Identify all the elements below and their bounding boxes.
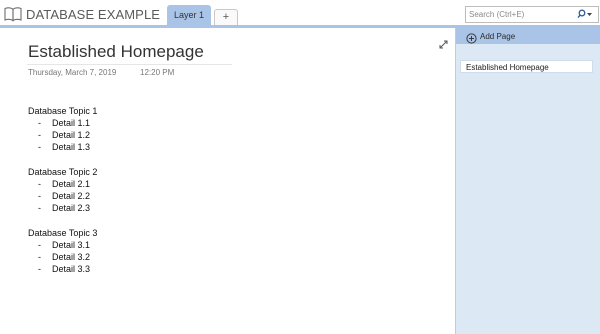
bullet-dash: - xyxy=(38,264,41,274)
topic-heading[interactable]: Database Topic 2 xyxy=(28,167,97,177)
page-canvas[interactable]: Established Homepage Thursday, March 7, … xyxy=(0,28,455,334)
expand-icon[interactable] xyxy=(439,36,448,49)
notebook-selector[interactable]: DATABASE EXAMPLE xyxy=(4,5,176,23)
page-list-item[interactable]: Established Homepage xyxy=(460,60,593,73)
list-item[interactable]: - Detail 2.1 xyxy=(38,179,90,189)
detail-text: Detail 3.1 xyxy=(52,240,91,250)
bullet-dash: - xyxy=(38,240,41,250)
bullet-dash: - xyxy=(38,203,41,213)
tab-layer-1[interactable]: Layer 1 xyxy=(167,5,211,26)
detail-text: Detail 2.1 xyxy=(52,179,91,189)
add-section-tab[interactable]: + xyxy=(214,9,238,25)
title-divider xyxy=(27,64,232,65)
add-page-button[interactable]: Add Page xyxy=(456,28,600,44)
top-bar: DATABASE EXAMPLE Layer 1 + xyxy=(0,0,600,26)
list-item[interactable]: - Detail 1.2 xyxy=(38,130,90,140)
list-item[interactable]: - Detail 1.1 xyxy=(38,118,90,128)
list-item[interactable]: - Detail 2.2 xyxy=(38,191,90,201)
list-item[interactable]: - Detail 3.3 xyxy=(38,264,90,274)
search-input[interactable] xyxy=(466,8,577,21)
plus-circle-icon xyxy=(466,31,477,44)
detail-text: Detail 1.2 xyxy=(52,130,91,140)
page-title[interactable]: Established Homepage xyxy=(28,42,204,62)
list-item[interactable]: - Detail 2.3 xyxy=(38,203,90,213)
add-page-label: Add Page xyxy=(480,31,516,41)
search-box xyxy=(465,6,599,23)
bullet-dash: - xyxy=(38,142,41,152)
topic-heading[interactable]: Database Topic 1 xyxy=(28,106,97,116)
search-button[interactable] xyxy=(574,8,596,21)
detail-text: Detail 1.3 xyxy=(52,142,91,152)
notebook-title: DATABASE EXAMPLE xyxy=(26,6,161,22)
list-item[interactable]: - Detail 3.2 xyxy=(38,252,90,262)
detail-text: Detail 3.2 xyxy=(52,252,91,262)
topic-heading[interactable]: Database Topic 3 xyxy=(28,228,97,238)
bullet-dash: - xyxy=(38,179,41,189)
list-item[interactable]: - Detail 1.3 xyxy=(38,142,90,152)
notebook-icon xyxy=(4,6,22,22)
list-item[interactable]: - Detail 3.1 xyxy=(38,240,90,250)
bullet-dash: - xyxy=(38,191,41,201)
page-date: Thursday, March 7, 2019 xyxy=(28,68,117,77)
detail-text: Detail 3.3 xyxy=(52,264,91,274)
bullet-dash: - xyxy=(38,252,41,262)
page-time: 12:20 PM xyxy=(140,68,175,77)
search-icon xyxy=(577,6,593,24)
bullet-dash: - xyxy=(38,118,41,128)
detail-text: Detail 2.2 xyxy=(52,191,91,201)
bullet-dash: - xyxy=(38,130,41,140)
detail-text: Detail 1.1 xyxy=(52,118,91,128)
detail-text: Detail 2.3 xyxy=(52,203,91,213)
